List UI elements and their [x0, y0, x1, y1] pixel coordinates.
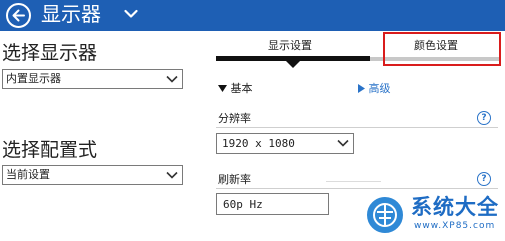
basic-section-toggle[interactable]: 基本 — [218, 82, 253, 96]
back-arrow-icon[interactable] — [6, 3, 31, 28]
page-title[interactable]: 显示器 — [41, 1, 101, 27]
watermark-logo — [365, 195, 405, 235]
display-select[interactable]: 内置显示器 — [2, 69, 183, 89]
app-header: 显示器 — [0, 0, 505, 31]
config-select-value: 当前设置 — [6, 168, 50, 181]
resolution-select[interactable]: 1920 x 1080 — [216, 133, 354, 154]
triangle-right-icon — [358, 84, 365, 93]
resolution-value: 1920 x 1080 — [222, 137, 295, 150]
chevron-down-icon — [166, 75, 178, 83]
divider — [216, 127, 498, 128]
display-select-value: 内置显示器 — [6, 72, 61, 85]
chevron-down-icon[interactable] — [124, 9, 138, 19]
help-icon[interactable]: ? — [477, 111, 491, 125]
watermark-url: www.XP85.com — [414, 221, 496, 231]
tab-pointer-icon — [286, 61, 300, 68]
tab-highlight-box — [383, 32, 501, 66]
watermark-text: 系统大全 — [411, 195, 499, 219]
config-select[interactable]: 当前设置 — [2, 165, 183, 185]
divider — [326, 181, 381, 182]
refresh-rate-label: 刷新率 — [218, 173, 251, 186]
divider — [216, 188, 498, 189]
resolution-label: 分辨率 — [218, 112, 251, 125]
triangle-down-icon — [218, 85, 227, 92]
chevron-down-icon — [166, 171, 178, 179]
select-config-title: 选择配置式 — [2, 139, 98, 161]
refresh-rate-field[interactable]: 60p Hz — [216, 193, 329, 215]
advanced-section-label: 高级 — [368, 82, 391, 95]
tab-display-settings[interactable]: 显示设置 — [268, 39, 312, 53]
basic-section-label: 基本 — [230, 82, 253, 95]
advanced-section-toggle[interactable]: 高级 — [357, 82, 391, 96]
help-icon[interactable]: ? — [477, 172, 491, 186]
refresh-rate-value: 60p Hz — [223, 198, 263, 211]
chevron-down-icon — [337, 139, 349, 147]
select-display-title: 选择显示器 — [2, 42, 98, 64]
